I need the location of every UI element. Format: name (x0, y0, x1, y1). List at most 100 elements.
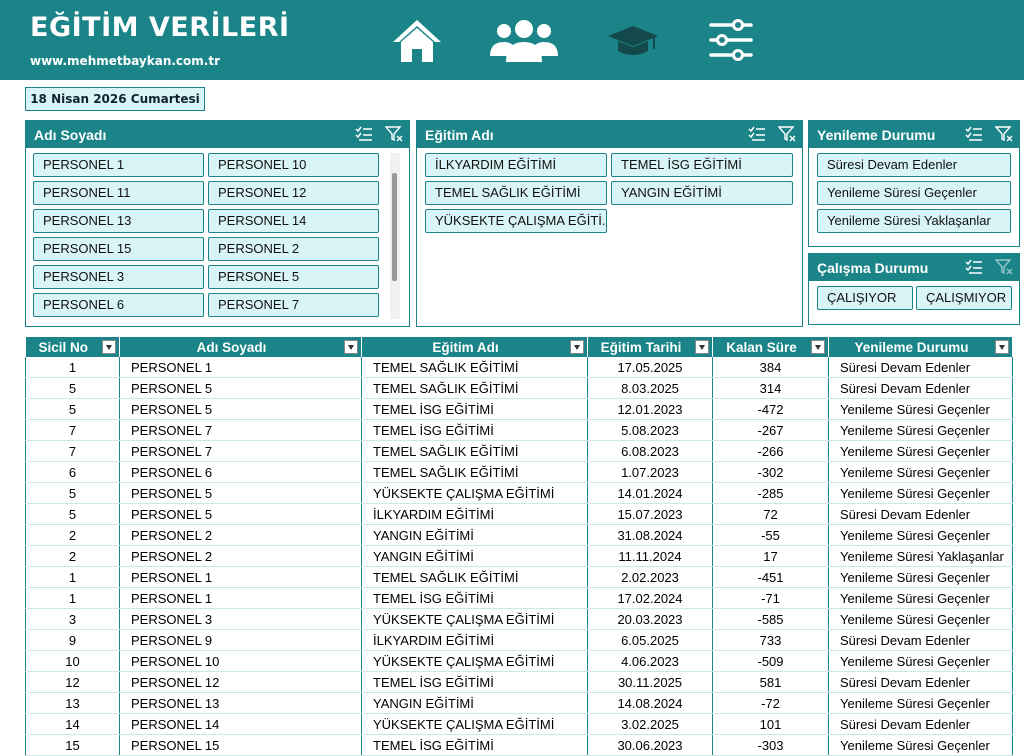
filter-dropdown-icon[interactable] (695, 340, 709, 354)
table-row[interactable]: 2 PERSONEL 2 YANGIN EĞİTİMİ 11.11.2024 17 Yen… (25, 545, 1013, 567)
clear-filter-icon[interactable] (778, 126, 796, 142)
slicer-scrollbar[interactable] (390, 153, 400, 319)
slicer-item-personel[interactable]: PERSONEL 2 (208, 237, 379, 261)
clear-filter-icon[interactable] (995, 126, 1013, 142)
table-cell: 1 (25, 587, 120, 609)
slicer-title: Eğitim Adı (425, 127, 494, 143)
table-cell: TEMEL SAĞLIK EĞİTİMİ (361, 566, 588, 588)
table-cell: 17 (712, 545, 829, 567)
clear-filter-icon[interactable] (995, 259, 1013, 275)
slicer-item-renewal[interactable]: Süresi Devam Edenler (817, 153, 1011, 177)
slicer-renewal: Yenileme Durumu Süresi Devam Edenler Yeni… (808, 120, 1020, 247)
table-cell: 4.06.2023 (587, 650, 713, 672)
filter-dropdown-icon[interactable] (344, 340, 358, 354)
slicer-item-personel[interactable]: PERSONEL 15 (33, 237, 204, 261)
slicer-item-training[interactable]: TEMEL İSG EĞİTİMİ (611, 153, 793, 177)
table-cell: 1 (25, 566, 120, 588)
table-cell: TEMEL SAĞLIK EĞİTİMİ (361, 461, 588, 483)
table-cell: -72 (712, 692, 829, 714)
table-cell: PERSONEL 1 (119, 566, 362, 588)
table-cell: 72 (712, 503, 829, 525)
filter-dropdown-icon[interactable] (570, 340, 584, 354)
slicer-item-personel[interactable]: PERSONEL 1 (33, 153, 204, 177)
table-row[interactable]: 15 PERSONEL 15 TEMEL İSG EĞİTİMİ 30.06.2023… (25, 734, 1013, 756)
table-cell: 14 (25, 713, 120, 735)
multi-select-icon[interactable] (355, 126, 373, 142)
table-row[interactable]: 1 PERSONEL 1 TEMEL İSG EĞİTİMİ 17.02.2024 -7… (25, 587, 1013, 609)
slicer-item-work-status[interactable]: ÇALIŞIYOR (817, 286, 913, 310)
graduation-cap-icon[interactable] (606, 24, 660, 60)
table-cell: Yenileme Süresi Yaklaşanlar (828, 545, 1013, 567)
table-cell: Süresi Devam Edenler (828, 503, 1013, 525)
table-cell: Yenileme Süresi Geçenler (828, 419, 1013, 441)
filter-dropdown-icon[interactable] (995, 340, 1009, 354)
filter-dropdown-icon[interactable] (811, 340, 825, 354)
table-cell: -267 (712, 419, 829, 441)
slicer-item-personel[interactable]: PERSONEL 12 (208, 181, 379, 205)
slicer-work: Çalışma Durumu ÇALIŞIYOR ÇALIŞMIYOR (808, 253, 1020, 325)
table-row[interactable]: 10 PERSONEL 10 YÜKSEKTE ÇALIŞMA EĞİTİMİ 4.0… (25, 650, 1013, 672)
table-row[interactable]: 1 PERSONEL 1 TEMEL SAĞLIK EĞİTİMİ 17.05.202… (25, 357, 1013, 378)
filter-dropdown-icon[interactable] (102, 340, 116, 354)
slicer-item-training[interactable]: YÜKSEKTE ÇALIŞMA EĞİTİ... (425, 209, 607, 233)
multi-select-icon[interactable] (965, 259, 983, 275)
column-header: Eğitim Tarihi (587, 337, 713, 357)
scrollbar-thumb[interactable] (392, 173, 397, 281)
table-cell: 1.07.2023 (587, 461, 713, 483)
slicer-header: Adı Soyadı (26, 121, 409, 148)
table-row[interactable]: 5 PERSONEL 5 TEMEL İSG EĞİTİMİ 12.01.2023 -4… (25, 398, 1013, 420)
table-row[interactable]: 5 PERSONEL 5 YÜKSEKTE ÇALIŞMA EĞİTİMİ 14.01… (25, 482, 1013, 504)
table-row[interactable]: 6 PERSONEL 6 TEMEL SAĞLIK EĞİTİMİ 1.07.2023… (25, 461, 1013, 483)
column-header: Yenileme Durumu (828, 337, 1013, 357)
table-row[interactable]: 2 PERSONEL 2 YANGIN EĞİTİMİ 31.08.2024 -55 Ye… (25, 524, 1013, 546)
people-icon[interactable] (488, 18, 560, 64)
slicer-item-personel[interactable]: PERSONEL 3 (33, 265, 204, 289)
clear-filter-icon[interactable] (385, 126, 403, 142)
slicer-item-personel[interactable]: PERSONEL 11 (33, 181, 204, 205)
multi-select-icon[interactable] (965, 126, 983, 142)
table-cell: YANGIN EĞİTİMİ (361, 692, 588, 714)
table-cell: 5 (25, 482, 120, 504)
table-cell: -451 (712, 566, 829, 588)
table-row[interactable]: 14 PERSONEL 14 YÜKSEKTE ÇALIŞMA EĞİTİMİ 3.0… (25, 713, 1013, 735)
slicer-item-personel[interactable]: PERSONEL 7 (208, 293, 379, 317)
slicer-item-personel[interactable]: PERSONEL 5 (208, 265, 379, 289)
slicer-item-personel[interactable]: PERSONEL 14 (208, 209, 379, 233)
website-link[interactable]: www.mehmetbaykan.com.tr (30, 54, 220, 68)
table-cell: TEMEL İSG EĞİTİMİ (361, 587, 588, 609)
slicer-item-personel[interactable]: PERSONEL 6 (33, 293, 204, 317)
table-row[interactable]: 5 PERSONEL 5 İLKYARDIM EĞİTİMİ 15.07.2023 72… (25, 503, 1013, 525)
home-icon[interactable] (390, 16, 444, 66)
slicer-item-personel[interactable]: PERSONEL 10 (208, 153, 379, 177)
table-row[interactable]: 12 PERSONEL 12 TEMEL İSG EĞİTİMİ 30.11.2025… (25, 671, 1013, 693)
sliders-icon[interactable] (708, 18, 754, 62)
column-header: Adı Soyadı (119, 337, 362, 357)
slicer-item-training[interactable]: YANGIN EĞİTİMİ (611, 181, 793, 205)
table-row[interactable]: 13 PERSONEL 13 YANGIN EĞİTİMİ 14.08.2024 -72… (25, 692, 1013, 714)
table-row[interactable]: 7 PERSONEL 7 TEMEL İSG EĞİTİMİ 5.08.2023 -26… (25, 419, 1013, 441)
slicer-item-training[interactable]: İLKYARDIM EĞİTİMİ (425, 153, 607, 177)
slicer-item-renewal[interactable]: Yenileme Süresi Yaklaşanlar (817, 209, 1011, 233)
table-cell: 2 (25, 524, 120, 546)
table-cell: 15.07.2023 (587, 503, 713, 525)
table-row[interactable]: 3 PERSONEL 3 YÜKSEKTE ÇALIŞMA EĞİTİMİ 20.03… (25, 608, 1013, 630)
table-cell: -266 (712, 440, 829, 462)
table-row[interactable]: 5 PERSONEL 5 TEMEL SAĞLIK EĞİTİMİ 8.03.2025… (25, 377, 1013, 399)
slicer-item-renewal[interactable]: Yenileme Süresi Geçenler (817, 181, 1011, 205)
table-cell: PERSONEL 15 (119, 734, 362, 756)
column-header-label: Eğitim Adı (432, 339, 499, 355)
table-cell: 14.01.2024 (587, 482, 713, 504)
slicer-item-training[interactable]: TEMEL SAĞLIK EĞİTİMİ (425, 181, 607, 205)
page-title: EĞİTİM VERİLERİ (30, 12, 290, 43)
table-cell: -509 (712, 650, 829, 672)
table-row[interactable]: 9 PERSONEL 9 İLKYARDIM EĞİTİMİ 6.05.2025 733… (25, 629, 1013, 651)
multi-select-icon[interactable] (748, 126, 766, 142)
slicer-item-work-status[interactable]: ÇALIŞMIYOR (916, 286, 1012, 310)
table-cell: -302 (712, 461, 829, 483)
current-date: 18 Nisan 2026 Cumartesi (25, 87, 205, 111)
table-row[interactable]: 1 PERSONEL 1 TEMEL SAĞLIK EĞİTİMİ 2.02.2023… (25, 566, 1013, 588)
table-row[interactable]: 7 PERSONEL 7 TEMEL SAĞLIK EĞİTİMİ 6.08.2023… (25, 440, 1013, 462)
table-cell: TEMEL SAĞLIK EĞİTİMİ (361, 440, 588, 462)
table-header-row: Sicil No Adı Soyadı Eğitim Adı Eğitim Tarih… (25, 337, 1013, 357)
slicer-item-personel[interactable]: PERSONEL 13 (33, 209, 204, 233)
